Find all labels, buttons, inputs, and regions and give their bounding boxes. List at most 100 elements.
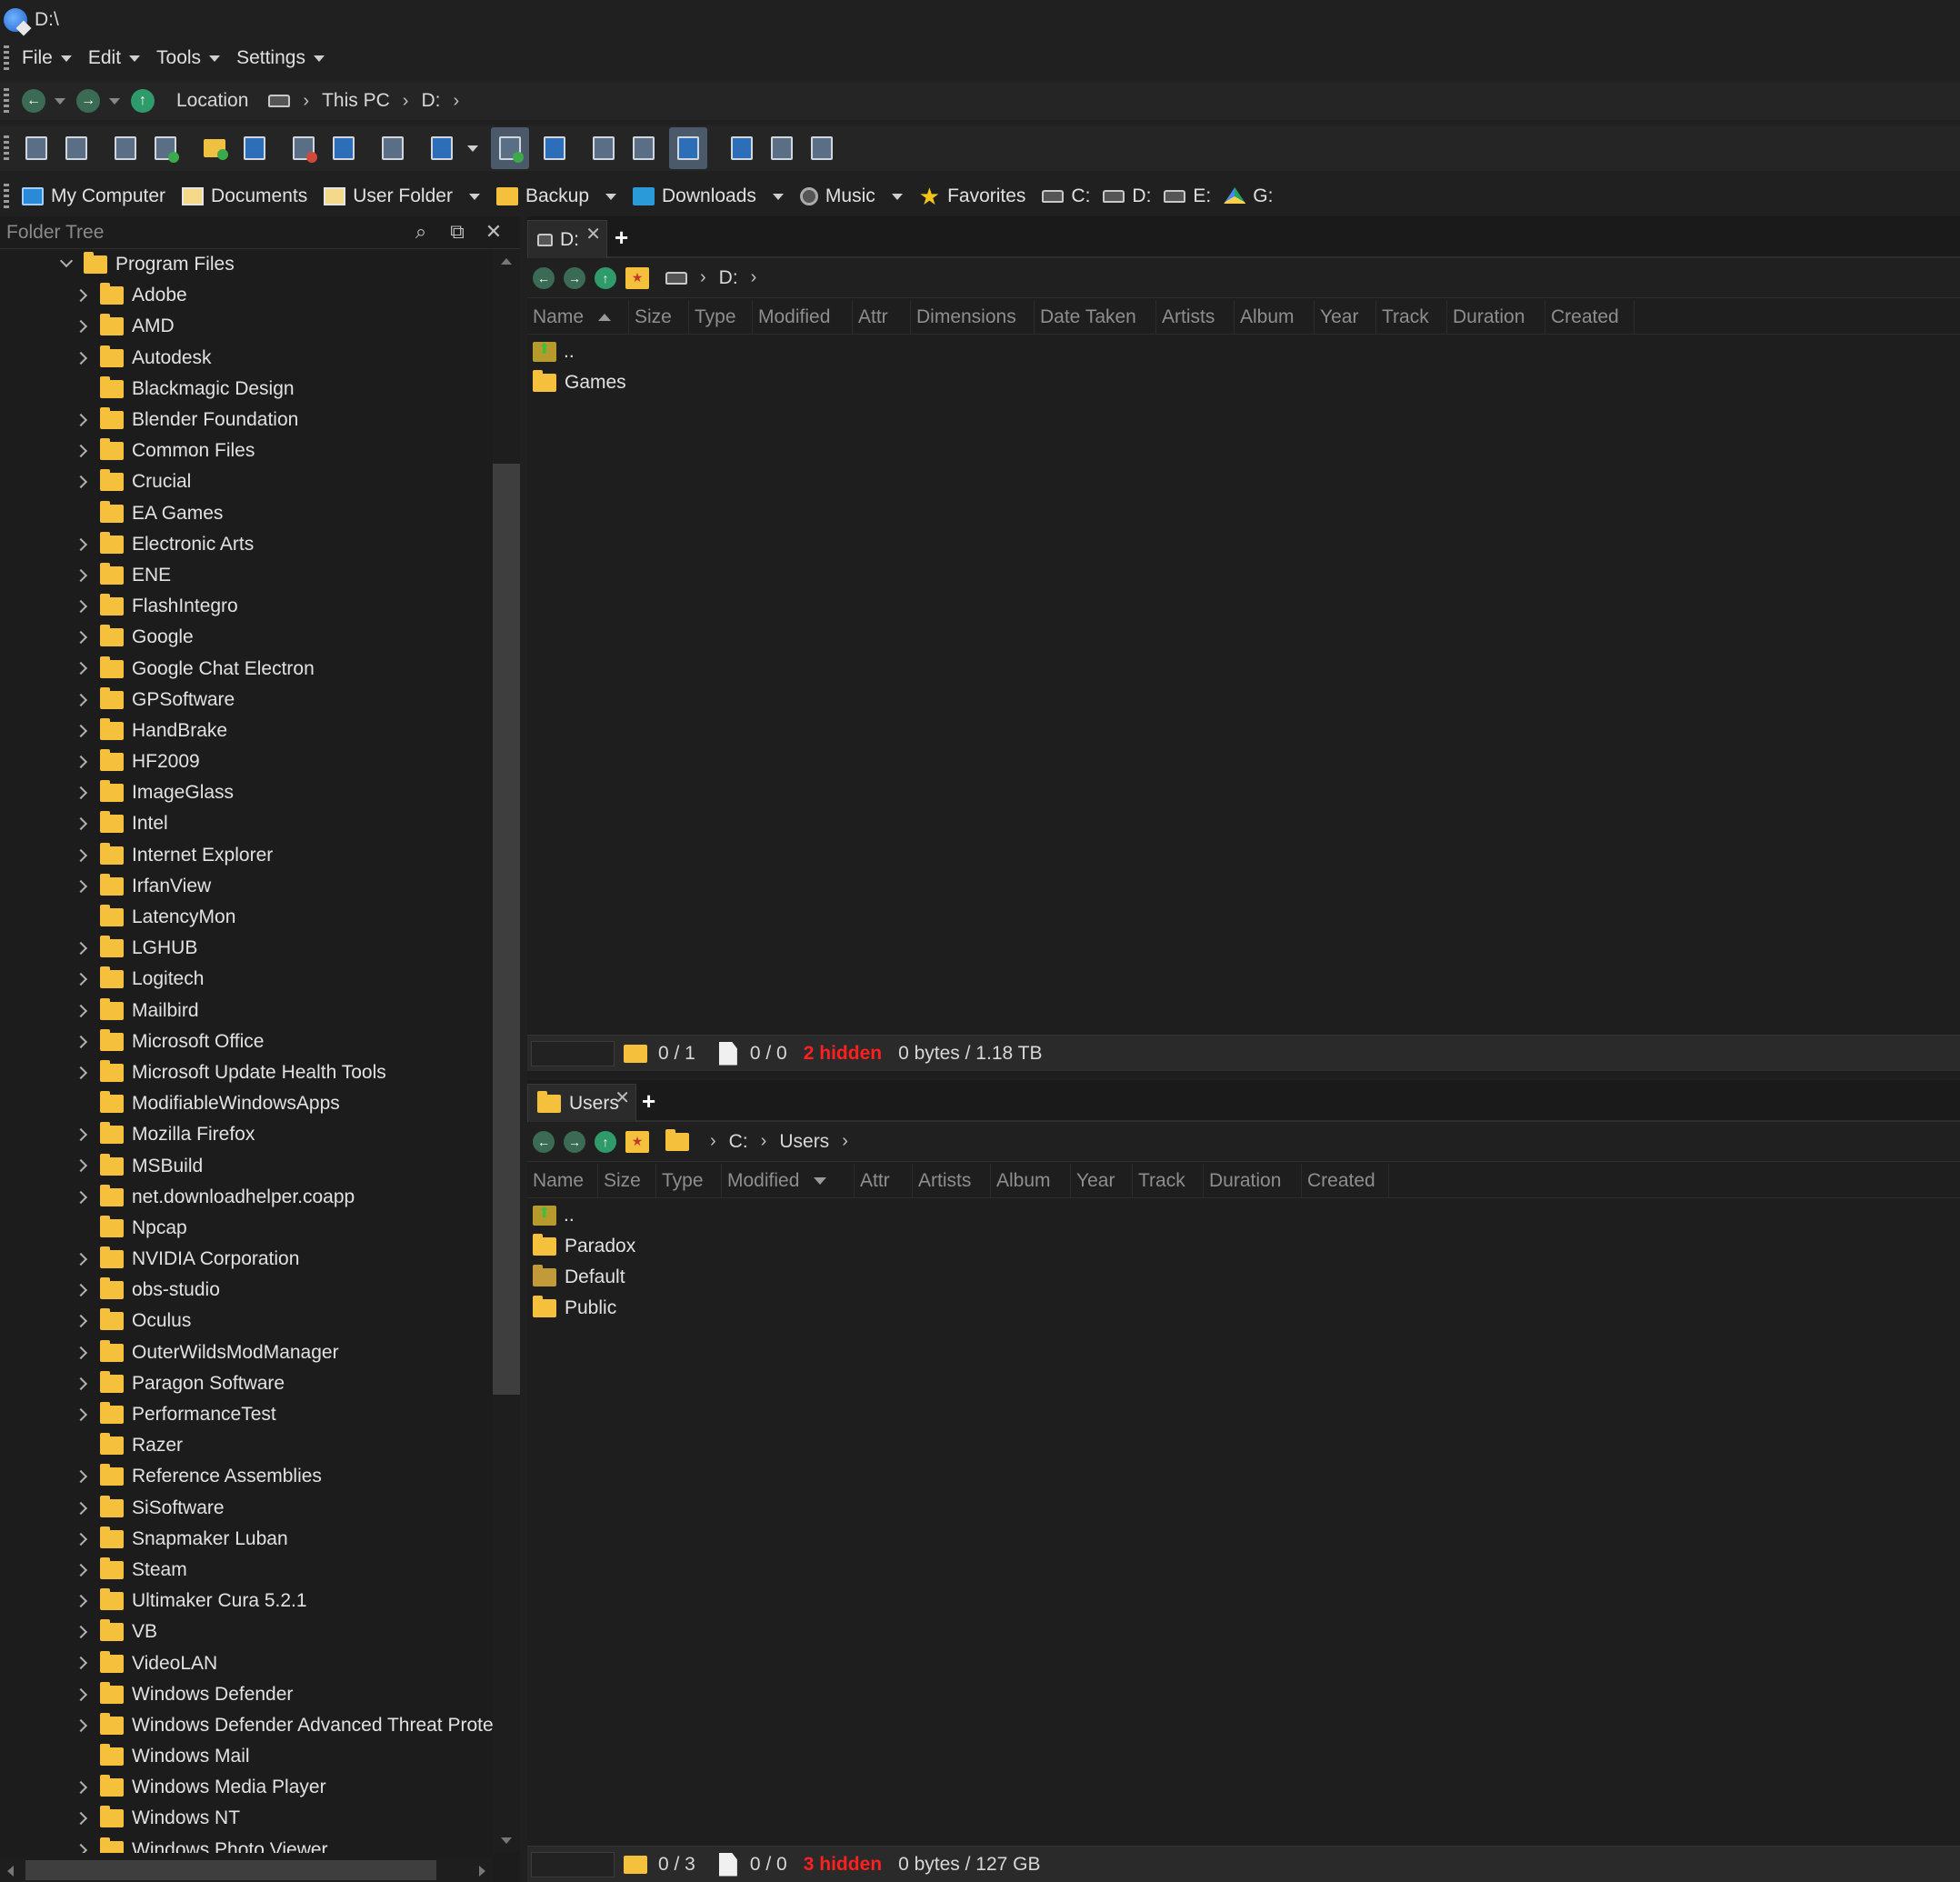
chevron-right-icon[interactable] <box>74 1346 88 1359</box>
column-dimensions[interactable]: Dimensions <box>911 299 1035 335</box>
tree-item[interactable]: SiSoftware <box>0 1493 493 1524</box>
chevron-right-icon[interactable] <box>74 1004 88 1017</box>
tree-item[interactable]: Internet Explorer <box>0 840 493 871</box>
chevron-right-icon[interactable] <box>74 1594 88 1608</box>
tree-item[interactable]: Blackmagic Design <box>0 374 493 405</box>
folder-tree-toggle-button[interactable] <box>491 127 529 169</box>
tree-item[interactable]: Blender Foundation <box>0 405 493 435</box>
chevron-right-icon[interactable] <box>74 1159 88 1173</box>
column-duration[interactable]: Duration <box>1447 299 1545 335</box>
chevron-right-icon[interactable] <box>74 1284 88 1297</box>
chevron-right-icon[interactable] <box>74 476 88 489</box>
chevron-right-icon[interactable] <box>74 1812 88 1826</box>
column-album[interactable]: Album <box>991 1163 1071 1198</box>
chevron-right-icon[interactable] <box>74 1315 88 1328</box>
tree-item[interactable]: Adobe <box>0 280 493 311</box>
column-year[interactable]: Year <box>1071 1163 1133 1198</box>
tree-item[interactable]: LatencyMon <box>0 902 493 933</box>
up-button[interactable]: ↑ <box>131 89 155 113</box>
properties-button[interactable] <box>727 134 756 163</box>
scroll-down-icon[interactable] <box>501 1837 512 1844</box>
column-size[interactable]: Size <box>629 299 689 335</box>
chevron-right-icon[interactable] <box>74 568 88 582</box>
chevron-right-icon[interactable] <box>74 817 88 831</box>
fav-my-computer[interactable]: My Computer <box>22 185 165 207</box>
fav-drive-e[interactable]: E: <box>1164 185 1211 207</box>
chevron-down-icon[interactable] <box>772 193 784 200</box>
file-row[interactable]: Paradox <box>527 1231 1960 1262</box>
chevron-right-icon[interactable] <box>74 599 88 614</box>
column-modified[interactable]: Modified <box>722 1163 855 1198</box>
folder-tree-horizontal-scrollbar[interactable] <box>0 1858 493 1882</box>
tree-item[interactable]: Oculus <box>0 1306 493 1336</box>
status-hidden-count[interactable]: 3 hidden <box>804 1854 882 1876</box>
copy-button[interactable] <box>111 134 140 163</box>
tree-item[interactable]: Mozilla Firefox <box>0 1119 493 1150</box>
column-created[interactable]: Created <box>1545 299 1635 335</box>
column-created[interactable]: Created <box>1302 1163 1389 1198</box>
breadcrumb-separator[interactable]: › <box>453 91 459 112</box>
chevron-down-icon[interactable] <box>468 193 480 200</box>
column-year[interactable]: Year <box>1315 299 1376 335</box>
chevron-right-icon[interactable] <box>74 1252 88 1266</box>
tree-item[interactable]: Google <box>0 622 493 653</box>
chevron-right-icon[interactable] <box>74 1066 88 1079</box>
chevron-right-icon[interactable] <box>74 942 88 956</box>
file-row[interactable]: Public <box>527 1293 1960 1324</box>
scroll-right-icon[interactable] <box>479 1866 485 1877</box>
tree-item[interactable]: NVIDIA Corporation <box>0 1244 493 1275</box>
chevron-right-icon[interactable] <box>74 973 88 986</box>
column-date-taken[interactable]: Date Taken <box>1035 299 1156 335</box>
tree-item[interactable]: IrfanView <box>0 871 493 902</box>
tree-item[interactable]: Common Files <box>0 435 493 466</box>
chevron-right-icon[interactable] <box>74 693 88 706</box>
tree-item[interactable]: Ultimaker Cura 5.2.1 <box>0 1586 493 1617</box>
tree-item[interactable]: Snapmaker Luban <box>0 1524 493 1555</box>
tree-item[interactable]: Windows Photo Viewer <box>0 1835 493 1853</box>
forward-history-dropdown[interactable] <box>109 97 120 105</box>
delete-button[interactable] <box>289 134 318 163</box>
breadcrumb-this-pc[interactable]: This PC <box>322 90 390 112</box>
tree-item[interactable]: PerformanceTest <box>0 1399 493 1430</box>
breadcrumb-users[interactable]: Users <box>779 1131 829 1153</box>
chevron-right-icon[interactable] <box>74 537 88 551</box>
tree-item[interactable]: net.downloadhelper.coapp <box>0 1182 493 1213</box>
chevron-right-icon[interactable] <box>74 1407 88 1422</box>
location-grip[interactable] <box>4 88 9 114</box>
tree-item[interactable]: ModifiableWindowsApps <box>0 1088 493 1119</box>
chevron-right-icon[interactable] <box>74 1470 88 1484</box>
dual-pane-horizontal-button[interactable] <box>22 134 51 163</box>
chevron-right-icon[interactable] <box>74 786 88 800</box>
chevron-right-icon[interactable] <box>74 662 88 676</box>
tree-item[interactable]: AMD <box>0 311 493 342</box>
tree-item[interactable]: Reference Assemblies <box>0 1461 493 1492</box>
dual-pane-vertical-button[interactable] <box>62 134 91 163</box>
menu-edit[interactable]: Edit <box>88 47 141 69</box>
column-album[interactable]: Album <box>1235 299 1315 335</box>
tree-item[interactable]: Mailbird <box>0 996 493 1026</box>
chevron-right-icon[interactable] <box>74 1563 88 1577</box>
back-button[interactable]: ← <box>533 266 555 289</box>
column-artists[interactable]: Artists <box>913 1163 991 1198</box>
file-row-parent[interactable]: .. <box>527 336 1960 367</box>
chevron-right-icon[interactable] <box>74 1781 88 1795</box>
print-button[interactable] <box>240 134 269 163</box>
fav-downloads[interactable]: Downloads <box>633 185 784 207</box>
back-button[interactable]: ← <box>533 1130 555 1153</box>
metadata-pane-button[interactable] <box>669 127 707 169</box>
column-track[interactable]: Track <box>1376 299 1447 335</box>
scrollbar-thumb[interactable] <box>25 1860 436 1880</box>
close-icon[interactable]: ✕ <box>484 222 504 242</box>
menu-grip[interactable] <box>4 45 9 71</box>
tree-item[interactable]: Windows Defender Advanced Threat Protec <box>0 1710 493 1741</box>
breadcrumb-d[interactable]: D: <box>719 267 738 289</box>
up-button[interactable]: ↑ <box>595 1130 616 1153</box>
undo-button[interactable] <box>329 134 358 163</box>
tree-item[interactable]: obs-studio <box>0 1275 493 1306</box>
tree-item[interactable]: Windows NT <box>0 1803 493 1834</box>
file-row-parent[interactable]: .. <box>527 1200 1960 1231</box>
chevron-right-icon[interactable] <box>74 320 88 334</box>
tree-item[interactable]: VB <box>0 1617 493 1647</box>
chevron-right-icon[interactable] <box>74 1501 88 1515</box>
new-tab-button[interactable]: + <box>615 224 628 252</box>
